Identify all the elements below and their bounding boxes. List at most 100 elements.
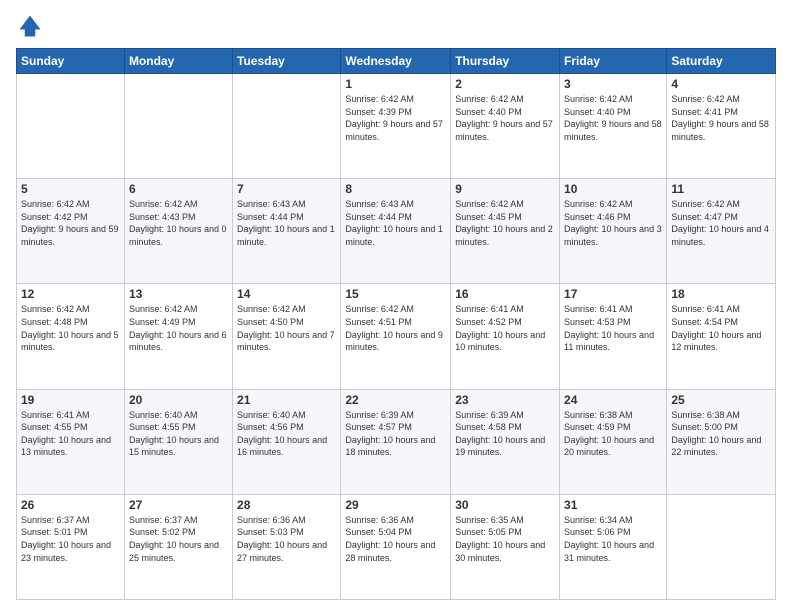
day-number: 24 xyxy=(564,393,662,407)
day-info: Sunrise: 6:42 AM Sunset: 4:43 PM Dayligh… xyxy=(129,198,228,248)
calendar-cell xyxy=(233,74,341,179)
calendar-cell: 2 Sunrise: 6:42 AM Sunset: 4:40 PM Daylig… xyxy=(451,74,560,179)
header xyxy=(16,12,776,40)
day-number: 18 xyxy=(671,287,771,301)
week-row-3: 12Sunrise: 6:42 AM Sunset: 4:48 PM Dayli… xyxy=(17,284,776,389)
day-info: Sunrise: 6:37 AM Sunset: 5:01 PM Dayligh… xyxy=(21,514,120,564)
day-info: Sunrise: 6:38 AM Sunset: 4:59 PM Dayligh… xyxy=(564,409,662,459)
calendar-cell: 28Sunrise: 6:36 AM Sunset: 5:03 PM Dayli… xyxy=(233,494,341,599)
day-info: Sunrise: 6:34 AM Sunset: 5:06 PM Dayligh… xyxy=(564,514,662,564)
calendar-cell: 13 Sunrise: 6:42 AM Sunset: 4:49 PM Dayli… xyxy=(124,284,232,389)
day-number: 21 xyxy=(237,393,336,407)
day-info: Sunrise: 6:40 AM Sunset: 4:55 PM Dayligh… xyxy=(129,409,228,459)
calendar-cell: 18 Sunrise: 6:41 AM Sunset: 4:54 PM Dayli… xyxy=(667,284,776,389)
calendar-cell: 8 Sunrise: 6:43 AM Sunset: 4:44 PM Daylig… xyxy=(341,179,451,284)
day-info: Sunrise: 6:42 AM Sunset: 4:50 PM Dayligh… xyxy=(237,303,336,353)
day-number: 13 xyxy=(129,287,228,301)
calendar-cell xyxy=(17,74,125,179)
day-info: Sunrise: 6:42 AM Sunset: 4:40 PM Dayligh… xyxy=(564,93,662,143)
calendar-cell: 26 Sunrise: 6:37 AM Sunset: 5:01 PM Dayli… xyxy=(17,494,125,599)
day-number: 15 xyxy=(345,287,446,301)
day-number: 2 xyxy=(455,77,555,91)
day-number: 17 xyxy=(564,287,662,301)
calendar-body: 1 Sunrise: 6:42 AM Sunset: 4:39 PM Daylig… xyxy=(17,74,776,600)
day-number: 25 xyxy=(671,393,771,407)
day-info: Sunrise: 6:42 AM Sunset: 4:40 PM Dayligh… xyxy=(455,93,555,143)
calendar-cell: 6 Sunrise: 6:42 AM Sunset: 4:43 PM Daylig… xyxy=(124,179,232,284)
day-info: Sunrise: 6:36 AM Sunset: 5:04 PM Dayligh… xyxy=(345,514,446,564)
calendar-cell: 15 Sunrise: 6:42 AM Sunset: 4:51 PM Dayli… xyxy=(341,284,451,389)
day-info: Sunrise: 6:39 AM Sunset: 4:58 PM Dayligh… xyxy=(455,409,555,459)
calendar-cell: 24 Sunrise: 6:38 AM Sunset: 4:59 PM Dayli… xyxy=(560,389,667,494)
day-info: Sunrise: 6:35 AM Sunset: 5:05 PM Dayligh… xyxy=(455,514,555,564)
day-info: Sunrise: 6:42 AM Sunset: 4:42 PM Dayligh… xyxy=(21,198,120,248)
calendar-cell: 9Sunrise: 6:42 AM Sunset: 4:45 PM Daylig… xyxy=(451,179,560,284)
calendar-cell: 10 Sunrise: 6:42 AM Sunset: 4:46 PM Dayli… xyxy=(560,179,667,284)
day-number: 4 xyxy=(671,77,771,91)
logo-icon xyxy=(16,12,44,40)
day-number: 31 xyxy=(564,498,662,512)
calendar-cell: 14 Sunrise: 6:42 AM Sunset: 4:50 PM Dayli… xyxy=(233,284,341,389)
weekday-row: SundayMondayTuesdayWednesdayThursdayFrid… xyxy=(17,49,776,74)
day-number: 8 xyxy=(345,182,446,196)
weekday-header-monday: Monday xyxy=(124,49,232,74)
calendar-cell: 22Sunrise: 6:39 AM Sunset: 4:57 PM Dayli… xyxy=(341,389,451,494)
day-number: 20 xyxy=(129,393,228,407)
weekday-header-friday: Friday xyxy=(560,49,667,74)
day-info: Sunrise: 6:42 AM Sunset: 4:51 PM Dayligh… xyxy=(345,303,446,353)
calendar-cell: 23 Sunrise: 6:39 AM Sunset: 4:58 PM Dayli… xyxy=(451,389,560,494)
calendar-cell: 1 Sunrise: 6:42 AM Sunset: 4:39 PM Daylig… xyxy=(341,74,451,179)
calendar-cell: 27 Sunrise: 6:37 AM Sunset: 5:02 PM Dayli… xyxy=(124,494,232,599)
day-info: Sunrise: 6:43 AM Sunset: 4:44 PM Dayligh… xyxy=(237,198,336,248)
day-number: 10 xyxy=(564,182,662,196)
day-info: Sunrise: 6:39 AM Sunset: 4:57 PM Dayligh… xyxy=(345,409,446,459)
week-row-2: 5 Sunrise: 6:42 AM Sunset: 4:42 PM Daylig… xyxy=(17,179,776,284)
day-info: Sunrise: 6:37 AM Sunset: 5:02 PM Dayligh… xyxy=(129,514,228,564)
day-number: 19 xyxy=(21,393,120,407)
day-number: 16 xyxy=(455,287,555,301)
day-info: Sunrise: 6:41 AM Sunset: 4:55 PM Dayligh… xyxy=(21,409,120,459)
day-info: Sunrise: 6:42 AM Sunset: 4:47 PM Dayligh… xyxy=(671,198,771,248)
day-number: 9 xyxy=(455,182,555,196)
day-number: 27 xyxy=(129,498,228,512)
weekday-header-sunday: Sunday xyxy=(17,49,125,74)
day-info: Sunrise: 6:42 AM Sunset: 4:49 PM Dayligh… xyxy=(129,303,228,353)
day-info: Sunrise: 6:43 AM Sunset: 4:44 PM Dayligh… xyxy=(345,198,446,248)
day-number: 11 xyxy=(671,182,771,196)
day-number: 30 xyxy=(455,498,555,512)
calendar: SundayMondayTuesdayWednesdayThursdayFrid… xyxy=(16,48,776,600)
day-number: 23 xyxy=(455,393,555,407)
weekday-header-tuesday: Tuesday xyxy=(233,49,341,74)
week-row-1: 1 Sunrise: 6:42 AM Sunset: 4:39 PM Daylig… xyxy=(17,74,776,179)
day-info: Sunrise: 6:36 AM Sunset: 5:03 PM Dayligh… xyxy=(237,514,336,564)
day-number: 5 xyxy=(21,182,120,196)
day-number: 6 xyxy=(129,182,228,196)
calendar-cell: 12Sunrise: 6:42 AM Sunset: 4:48 PM Dayli… xyxy=(17,284,125,389)
week-row-4: 19 Sunrise: 6:41 AM Sunset: 4:55 PM Dayli… xyxy=(17,389,776,494)
page: SundayMondayTuesdayWednesdayThursdayFrid… xyxy=(0,0,792,612)
day-info: Sunrise: 6:42 AM Sunset: 4:48 PM Dayligh… xyxy=(21,303,120,353)
calendar-cell: 16Sunrise: 6:41 AM Sunset: 4:52 PM Dayli… xyxy=(451,284,560,389)
calendar-cell: 29Sunrise: 6:36 AM Sunset: 5:04 PM Dayli… xyxy=(341,494,451,599)
calendar-cell: 20 Sunrise: 6:40 AM Sunset: 4:55 PM Dayli… xyxy=(124,389,232,494)
week-row-5: 26 Sunrise: 6:37 AM Sunset: 5:01 PM Dayli… xyxy=(17,494,776,599)
day-info: Sunrise: 6:42 AM Sunset: 4:39 PM Dayligh… xyxy=(345,93,446,143)
calendar-cell: 5 Sunrise: 6:42 AM Sunset: 4:42 PM Daylig… xyxy=(17,179,125,284)
calendar-cell: 21 Sunrise: 6:40 AM Sunset: 4:56 PM Dayli… xyxy=(233,389,341,494)
day-number: 26 xyxy=(21,498,120,512)
day-number: 14 xyxy=(237,287,336,301)
logo xyxy=(16,12,48,40)
day-number: 1 xyxy=(345,77,446,91)
day-info: Sunrise: 6:41 AM Sunset: 4:54 PM Dayligh… xyxy=(671,303,771,353)
calendar-cell: 25 Sunrise: 6:38 AM Sunset: 5:00 PM Dayli… xyxy=(667,389,776,494)
calendar-cell xyxy=(124,74,232,179)
day-info: Sunrise: 6:41 AM Sunset: 4:53 PM Dayligh… xyxy=(564,303,662,353)
day-info: Sunrise: 6:38 AM Sunset: 5:00 PM Dayligh… xyxy=(671,409,771,459)
weekday-header-saturday: Saturday xyxy=(667,49,776,74)
calendar-cell: 4 Sunrise: 6:42 AM Sunset: 4:41 PM Daylig… xyxy=(667,74,776,179)
day-info: Sunrise: 6:42 AM Sunset: 4:41 PM Dayligh… xyxy=(671,93,771,143)
day-info: Sunrise: 6:42 AM Sunset: 4:46 PM Dayligh… xyxy=(564,198,662,248)
day-info: Sunrise: 6:40 AM Sunset: 4:56 PM Dayligh… xyxy=(237,409,336,459)
calendar-cell: 3Sunrise: 6:42 AM Sunset: 4:40 PM Daylig… xyxy=(560,74,667,179)
calendar-cell: 19 Sunrise: 6:41 AM Sunset: 4:55 PM Dayli… xyxy=(17,389,125,494)
